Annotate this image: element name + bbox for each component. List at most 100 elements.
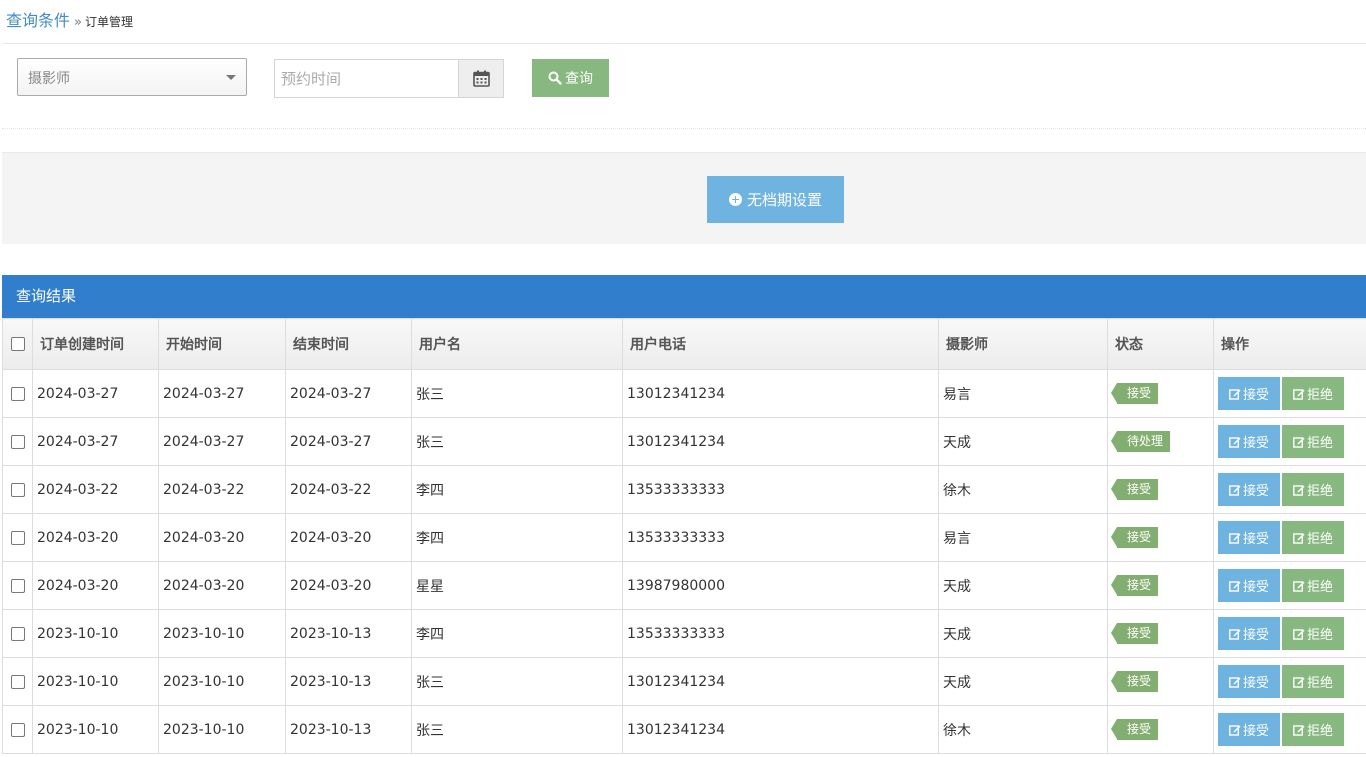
plus-circle-icon [728, 193, 742, 206]
accept-button[interactable]: 接受 [1218, 521, 1280, 554]
no-schedule-settings-button[interactable]: 无档期设置 [707, 176, 844, 223]
reject-button-label: 拒绝 [1306, 436, 1333, 451]
cell-username: 李四 [411, 513, 623, 562]
status-badge: 接受 [1110, 575, 1159, 596]
edit-icon [1293, 436, 1305, 448]
row-checkbox[interactable] [10, 722, 25, 737]
row-select-cell [2, 657, 33, 706]
toolbar-panel: 无档期设置 [2, 152, 1366, 244]
row-checkbox[interactable] [10, 626, 25, 641]
cell-photographer: 徐木 [938, 705, 1108, 754]
date-picker-button[interactable] [458, 59, 504, 98]
cell-photographer: 徐木 [938, 465, 1108, 514]
cell-created: 2024-03-22 [32, 465, 159, 514]
table-row[interactable]: 2024-03-27 2024-03-27 2024-03-27 张三 13012341… [2, 417, 1366, 466]
row-checkbox[interactable] [10, 482, 25, 497]
table-row[interactable]: 2024-03-20 2024-03-20 2024-03-20 李四 13533333… [2, 513, 1366, 562]
accept-button[interactable]: 接受 [1218, 617, 1280, 650]
accept-button[interactable]: 接受 [1218, 425, 1280, 458]
edit-icon [1229, 484, 1241, 496]
column-header-start[interactable]: 开始时间 [158, 318, 286, 370]
table-row[interactable]: 2023-10-10 2023-10-10 2023-10-13 张三 13012341… [2, 657, 1366, 706]
cell-phone: 13533333333 [622, 513, 939, 562]
chevron-down-icon [226, 75, 236, 80]
row-select-cell [2, 609, 33, 658]
accept-button-label: 接受 [1242, 532, 1269, 547]
reject-button[interactable]: 拒绝 [1282, 665, 1344, 698]
reject-button[interactable]: 拒绝 [1282, 473, 1344, 506]
accept-button-label: 接受 [1242, 436, 1269, 451]
status-badge: 接受 [1110, 671, 1159, 692]
accept-button[interactable]: 接受 [1218, 665, 1280, 698]
row-checkbox[interactable] [10, 530, 25, 545]
cell-status: 接受 [1107, 561, 1214, 610]
accept-button[interactable]: 接受 [1218, 713, 1280, 746]
cell-end: 2024-03-27 [285, 417, 412, 466]
accept-button[interactable]: 接受 [1218, 569, 1280, 602]
edit-icon [1293, 484, 1305, 496]
cell-photographer: 天成 [938, 561, 1108, 610]
status-badge: 接受 [1110, 527, 1159, 548]
row-select-cell [2, 369, 33, 418]
table-row[interactable]: 2023-10-10 2023-10-10 2023-10-13 李四 13533333… [2, 609, 1366, 658]
row-select-cell [2, 561, 33, 610]
query-button[interactable]: 查询 [532, 59, 609, 97]
cell-start: 2024-03-20 [158, 561, 286, 610]
edit-icon [1229, 676, 1241, 688]
cell-start: 2024-03-20 [158, 513, 286, 562]
reject-button[interactable]: 拒绝 [1282, 617, 1344, 650]
accept-button[interactable]: 接受 [1218, 473, 1280, 506]
table-row[interactable]: 2024-03-22 2024-03-22 2024-03-22 李四 13533333… [2, 465, 1366, 514]
reject-button[interactable]: 拒绝 [1282, 377, 1344, 410]
photographer-select-value: 摄影师 [28, 71, 70, 87]
reject-button[interactable]: 拒绝 [1282, 569, 1344, 602]
cell-end: 2024-03-20 [285, 513, 412, 562]
accept-button[interactable]: 接受 [1218, 377, 1280, 410]
cell-created: 2024-03-20 [32, 513, 159, 562]
row-checkbox[interactable] [10, 434, 25, 449]
reject-button-label: 拒绝 [1306, 532, 1333, 547]
edit-icon [1229, 388, 1241, 400]
cell-actions: 接受 拒绝 [1213, 657, 1366, 706]
photographer-select[interactable]: 摄影师 [17, 58, 247, 96]
accept-button-label: 接受 [1242, 580, 1269, 595]
reject-button-label: 拒绝 [1306, 628, 1333, 643]
cell-end: 2024-03-27 [285, 369, 412, 418]
column-header-end[interactable]: 结束时间 [285, 318, 412, 370]
table-header-row: 订单创建时间 开始时间 结束时间 用户名 用户电话 摄影师 状态 操作 [2, 318, 1366, 370]
cell-status: 待处理 [1107, 417, 1214, 466]
table-row[interactable]: 2024-03-20 2024-03-20 2024-03-20 星星 13987980… [2, 561, 1366, 610]
column-header-photographer[interactable]: 摄影师 [938, 318, 1108, 370]
breadcrumb: 查询条件 » 订单管理 [6, 9, 133, 33]
cell-created: 2023-10-10 [32, 657, 159, 706]
cell-phone: 13533333333 [622, 609, 939, 658]
row-select-cell [2, 513, 33, 562]
orders-table: 订单创建时间 开始时间 结束时间 用户名 用户电话 摄影师 状态 操作 2024… [2, 318, 1366, 754]
reject-button[interactable]: 拒绝 [1282, 425, 1344, 458]
cell-status: 接受 [1107, 513, 1214, 562]
table-row[interactable]: 2023-10-10 2023-10-10 2023-10-13 张三 13012341… [2, 705, 1366, 754]
reject-button-label: 拒绝 [1306, 676, 1333, 691]
appointment-date-input[interactable] [274, 59, 459, 98]
row-checkbox[interactable] [10, 578, 25, 593]
cell-phone: 13987980000 [622, 561, 939, 610]
column-header-status[interactable]: 状态 [1107, 318, 1214, 370]
column-header-created[interactable]: 订单创建时间 [32, 318, 159, 370]
breadcrumb-order-management: 订单管理 [84, 15, 133, 29]
column-header-phone[interactable]: 用户电话 [622, 318, 939, 370]
row-select-cell [2, 465, 33, 514]
reject-button[interactable]: 拒绝 [1282, 713, 1344, 746]
breadcrumb-query-conditions[interactable]: 查询条件 [6, 11, 70, 30]
column-header-username[interactable]: 用户名 [411, 318, 623, 370]
cell-created: 2024-03-20 [32, 561, 159, 610]
query-button-label: 查询 [565, 71, 593, 87]
search-panel: 摄影师 查询 [2, 43, 1366, 129]
cell-created: 2023-10-10 [32, 609, 159, 658]
table-row[interactable]: 2024-03-27 2024-03-27 2024-03-27 张三 13012341… [2, 369, 1366, 418]
cell-created: 2024-03-27 [32, 369, 159, 418]
row-checkbox[interactable] [10, 674, 25, 689]
row-checkbox[interactable] [10, 386, 25, 401]
reject-button[interactable]: 拒绝 [1282, 521, 1344, 554]
cell-created: 2024-03-27 [32, 417, 159, 466]
select-all-checkbox[interactable] [10, 337, 25, 351]
